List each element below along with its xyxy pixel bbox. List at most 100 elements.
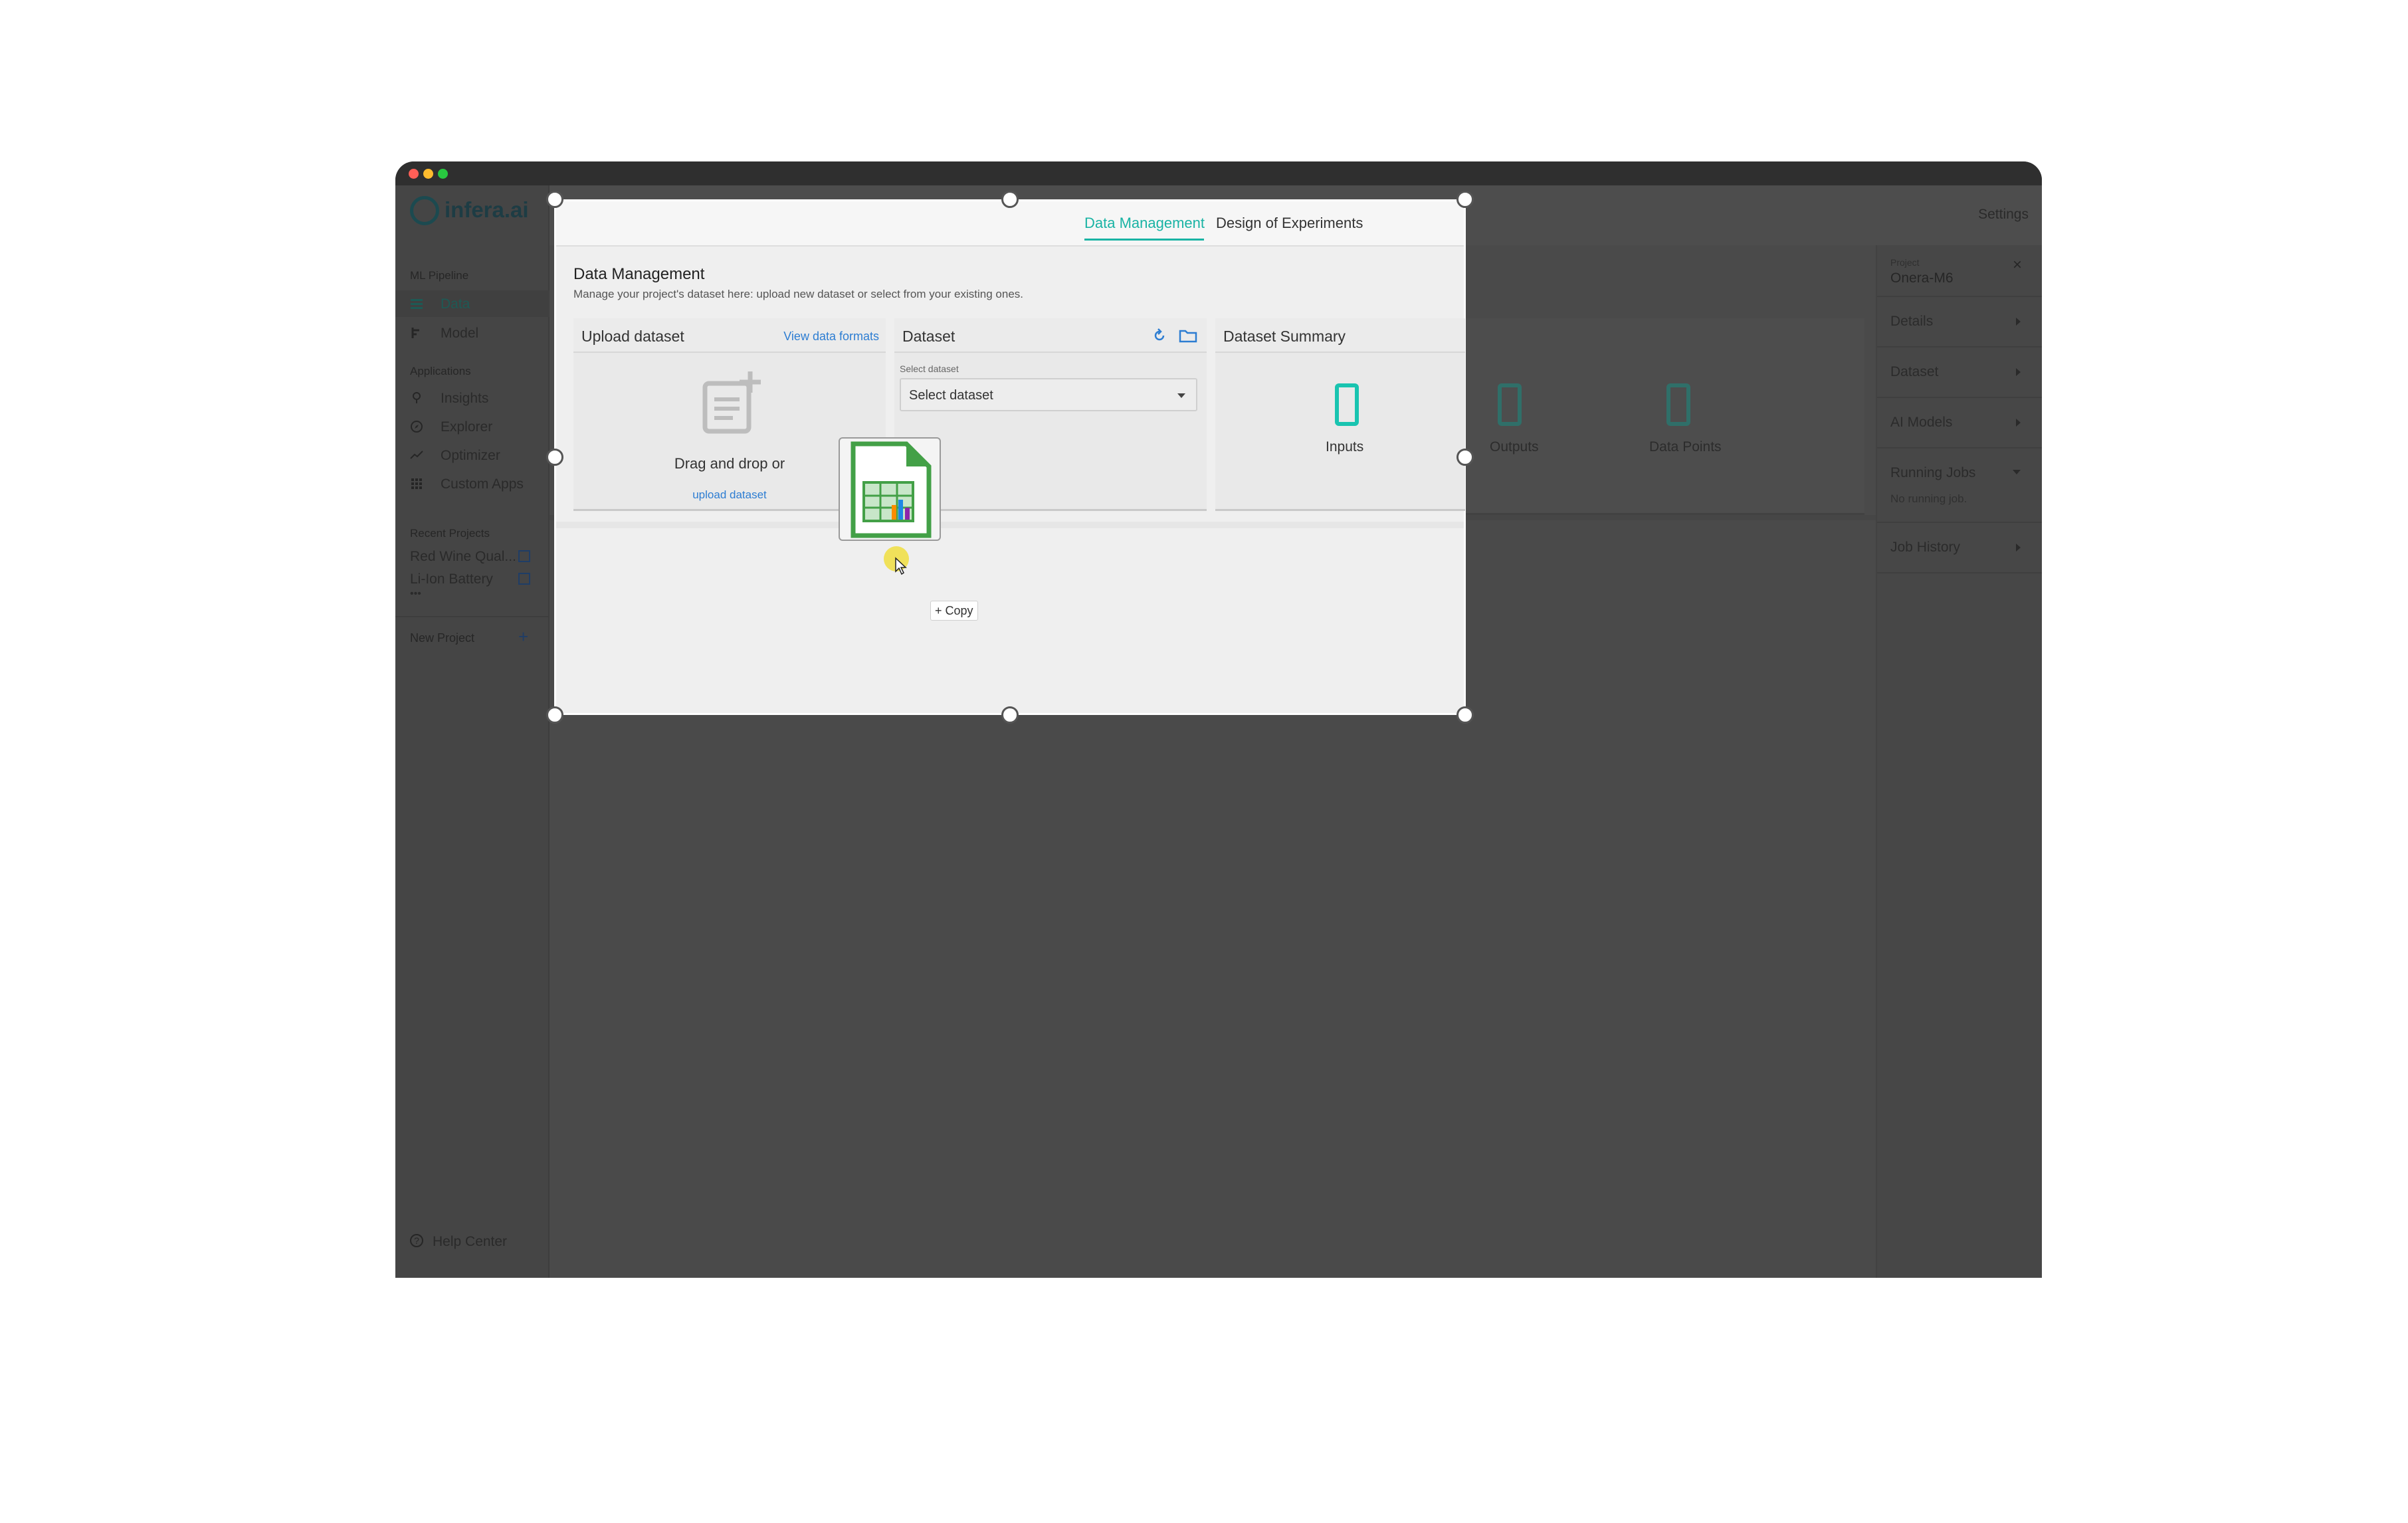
- section-recent-projects: Recent Projects: [410, 527, 490, 540]
- card-header: Upload dataset View data formats: [573, 318, 886, 353]
- select-dataset-dropdown[interactable]: Select dataset: [900, 378, 1197, 411]
- plus-icon: +: [518, 627, 529, 647]
- panel-item-details[interactable]: Details: [1877, 297, 2042, 346]
- inputs-count-digit: [1335, 383, 1359, 426]
- chevron-down-icon: [1177, 393, 1185, 398]
- title-bar: [395, 161, 2042, 185]
- select-dataset-caption: Select dataset: [900, 363, 959, 374]
- sidebar-item-label: Data: [441, 296, 470, 312]
- sidebar-item-custom-apps[interactable]: Custom Apps: [395, 470, 550, 497]
- panel-item-running-jobs[interactable]: Running Jobs No running job.: [1877, 449, 2042, 522]
- card-header: Dataset Summary: [1215, 318, 1465, 353]
- sidebar-item-label: Optimizer: [441, 448, 500, 463]
- recent-project-label: Li-Ion Battery: [410, 571, 493, 587]
- dataset-summary-card: Dataset Summary Inputs: [1215, 318, 1465, 511]
- data-points-label: Data Points: [1649, 439, 1722, 455]
- capture-selection[interactable]: Data Management Design of Experiments Da…: [554, 199, 1466, 715]
- section-ml-pipeline: ML Pipeline: [410, 269, 469, 282]
- panel-item-label: Job History: [1890, 540, 1961, 555]
- open-external-icon[interactable]: [518, 573, 530, 585]
- summary-card-background: Outputs Data Points: [1466, 318, 1864, 515]
- data-points-count-digit: [1666, 383, 1690, 426]
- section-divider: [556, 522, 1464, 528]
- card-header: Dataset: [894, 318, 1207, 353]
- resize-handle-top-left[interactable]: [546, 191, 563, 208]
- panel-item-label: AI Models: [1890, 415, 1953, 430]
- spreadsheet-file-icon: [851, 441, 932, 538]
- project-caption: Project: [1890, 257, 1920, 268]
- tree-icon: [411, 328, 419, 338]
- outputs-count-digit: [1498, 383, 1522, 426]
- resize-handle-top[interactable]: [1001, 191, 1019, 208]
- select-dataset-value: Select dataset: [909, 388, 993, 403]
- panel-item-label: Details: [1890, 314, 1934, 329]
- chevron-right-icon: [2016, 368, 2021, 376]
- page-title: Data Management: [573, 265, 705, 283]
- more-projects-button[interactable]: •••: [410, 588, 421, 600]
- new-project-button[interactable]: New Project +: [395, 625, 550, 651]
- close-icon[interactable]: ×: [2013, 256, 2022, 274]
- sidebar-item-explorer[interactable]: Explorer: [395, 413, 550, 440]
- chevron-down-icon: [2013, 470, 2021, 474]
- help-icon: ?: [410, 1234, 423, 1247]
- folder-icon[interactable]: [1179, 328, 1197, 343]
- sidebar-item-label: Model: [441, 326, 479, 341]
- section-applications: Applications: [410, 365, 471, 377]
- sidebar-item-label: Explorer: [441, 419, 493, 435]
- resize-handle-left[interactable]: [546, 449, 563, 466]
- resize-handle-top-right[interactable]: [1456, 191, 1474, 208]
- card-title: Upload dataset: [581, 328, 684, 345]
- add-document-icon: [702, 371, 761, 434]
- trend-icon: [410, 451, 423, 459]
- cursor-arrow-icon: [895, 557, 907, 575]
- maximize-window-button[interactable]: [438, 169, 448, 179]
- recent-project-item[interactable]: Red Wine Qual...: [395, 544, 550, 568]
- dragged-file[interactable]: [839, 437, 941, 541]
- brand-logo-icon: [410, 196, 439, 225]
- card-title: Dataset: [902, 328, 955, 345]
- sidebar-item-insights[interactable]: Insights: [395, 385, 550, 411]
- new-project-label: New Project: [410, 631, 475, 645]
- sidebar-item-model[interactable]: Model: [395, 320, 550, 346]
- divider: [1877, 572, 2042, 573]
- chevron-right-icon: [2016, 419, 2021, 427]
- project-panel: Project Onera-M6 × Details Dataset AI Mo…: [1876, 245, 2042, 1278]
- running-jobs-empty: No running job.: [1890, 492, 1967, 505]
- tab-bar: Data Management Design of Experiments: [556, 201, 1464, 247]
- close-window-button[interactable]: [409, 169, 419, 179]
- bulb-icon: [413, 392, 421, 403]
- help-center-link[interactable]: ? Help Center: [395, 1227, 550, 1254]
- resize-handle-bottom-right[interactable]: [1456, 706, 1474, 724]
- refresh-icon[interactable]: [1152, 328, 1167, 343]
- help-center-label: Help Center: [433, 1234, 508, 1249]
- view-data-formats-link[interactable]: View data formats: [783, 330, 879, 344]
- inputs-label: Inputs: [1326, 439, 1364, 455]
- brand-name: infera.ai: [445, 197, 529, 222]
- project-name: Onera-M6: [1890, 270, 1954, 286]
- resize-handle-bottom[interactable]: [1001, 706, 1019, 724]
- tab-data-management[interactable]: Data Management: [1084, 215, 1205, 232]
- panel-item-label: Dataset: [1890, 364, 1939, 379]
- open-external-icon[interactable]: [518, 550, 530, 562]
- recent-project-label: Red Wine Qual...: [410, 549, 516, 564]
- copy-badge: + Copy: [930, 601, 978, 621]
- card-title: Dataset Summary: [1223, 328, 1346, 345]
- settings-link[interactable]: Settings: [1978, 207, 2029, 223]
- panel-item-ai-models[interactable]: AI Models: [1877, 398, 2042, 447]
- grid-icon: [411, 478, 422, 489]
- resize-handle-right[interactable]: [1456, 449, 1474, 466]
- minimize-window-button[interactable]: [423, 169, 433, 179]
- chevron-right-icon: [2016, 544, 2021, 552]
- table-icon: [411, 299, 423, 309]
- panel-item-job-history[interactable]: Job History: [1877, 523, 2042, 572]
- sidebar-item-data[interactable]: Data: [395, 290, 550, 317]
- panel-item-label: Running Jobs: [1890, 465, 1976, 480]
- resize-handle-bottom-left[interactable]: [546, 706, 563, 724]
- tab-design-of-experiments[interactable]: Design of Experiments: [1216, 215, 1363, 232]
- panel-item-dataset[interactable]: Dataset: [1877, 348, 2042, 397]
- divider: [395, 616, 550, 617]
- recent-project-item[interactable]: Li-Ion Battery: [395, 567, 550, 591]
- sidebar-item-optimizer[interactable]: Optimizer: [395, 442, 550, 468]
- sidebar-item-label: Insights: [441, 391, 489, 406]
- compass-icon: [411, 421, 423, 433]
